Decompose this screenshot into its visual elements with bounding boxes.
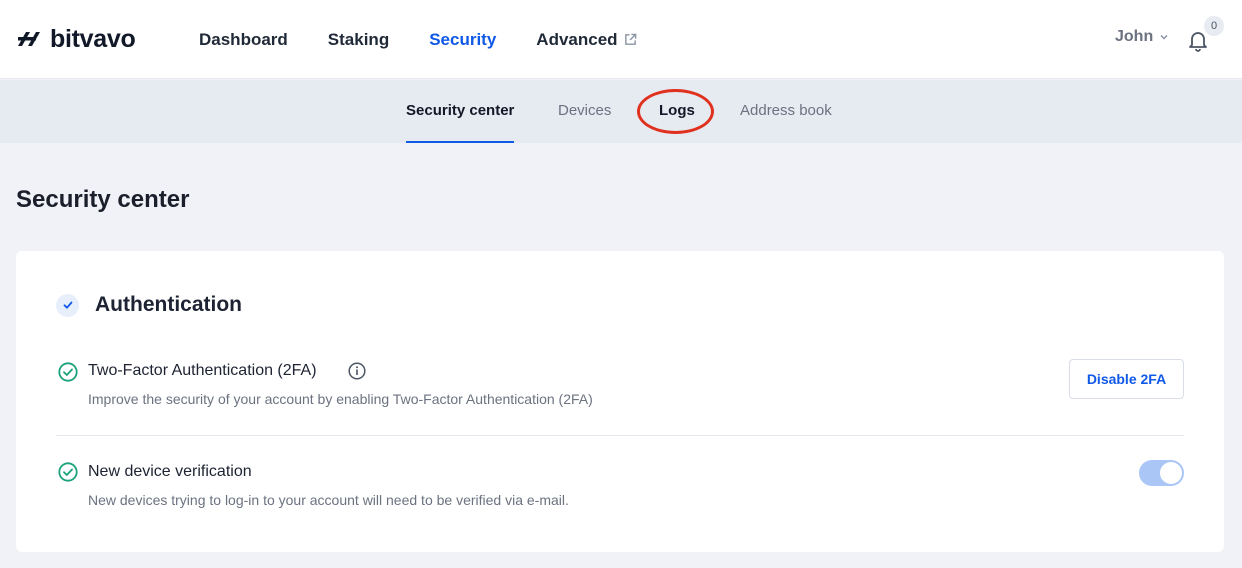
info-icon[interactable] bbox=[348, 362, 366, 380]
chevron-down-icon bbox=[1160, 34, 1168, 40]
tab-address-book[interactable]: Address book bbox=[740, 80, 832, 143]
tab-devices[interactable]: Devices bbox=[558, 80, 611, 143]
section-check-icon bbox=[56, 293, 79, 317]
section-title: Authentication bbox=[95, 293, 242, 316]
toggle-knob bbox=[1160, 462, 1182, 484]
two-factor-description: Improve the security of your account by … bbox=[88, 391, 593, 407]
check-circle-icon bbox=[58, 462, 78, 482]
top-navbar: bitvavo Dashboard Staking Security Advan… bbox=[0, 0, 1242, 79]
user-menu[interactable]: John bbox=[1115, 28, 1169, 46]
device-verification-description: New devices trying to log-in to your acc… bbox=[88, 492, 569, 508]
logs-highlight-annotation bbox=[637, 89, 714, 134]
nav-security[interactable]: Security bbox=[429, 30, 496, 50]
nav-advanced-label: Advanced bbox=[536, 29, 618, 49]
device-verification-title: New device verification bbox=[88, 463, 252, 480]
page-title: Security center bbox=[16, 186, 190, 213]
checkmark-icon bbox=[63, 301, 72, 309]
brand-name: bitvavo bbox=[50, 24, 136, 53]
check-circle-icon bbox=[58, 362, 78, 382]
row-divider bbox=[56, 435, 1184, 436]
disable-2fa-button[interactable]: Disable 2FA bbox=[1069, 359, 1184, 399]
main-nav: Dashboard Staking Security Advanced bbox=[199, 0, 677, 79]
bitvavo-logo-icon bbox=[18, 32, 40, 46]
nav-dashboard[interactable]: Dashboard bbox=[199, 30, 288, 50]
user-name: John bbox=[1115, 28, 1154, 45]
authentication-card: Authentication Two-Factor Authentication… bbox=[16, 251, 1224, 552]
nav-advanced[interactable]: Advanced bbox=[536, 30, 636, 50]
device-verification-toggle[interactable] bbox=[1139, 460, 1184, 486]
notification-badge: 0 bbox=[1204, 16, 1224, 36]
two-factor-title: Two-Factor Authentication (2FA) bbox=[88, 362, 317, 379]
authentication-header: Authentication bbox=[56, 293, 242, 317]
tab-security-center[interactable]: Security center bbox=[406, 80, 515, 143]
brand-logo[interactable]: bitvavo bbox=[16, 24, 136, 54]
security-subtabs: Security center Devices Logs Address boo… bbox=[0, 80, 1242, 143]
nav-staking[interactable]: Staking bbox=[328, 30, 389, 50]
external-link-icon bbox=[624, 33, 636, 45]
